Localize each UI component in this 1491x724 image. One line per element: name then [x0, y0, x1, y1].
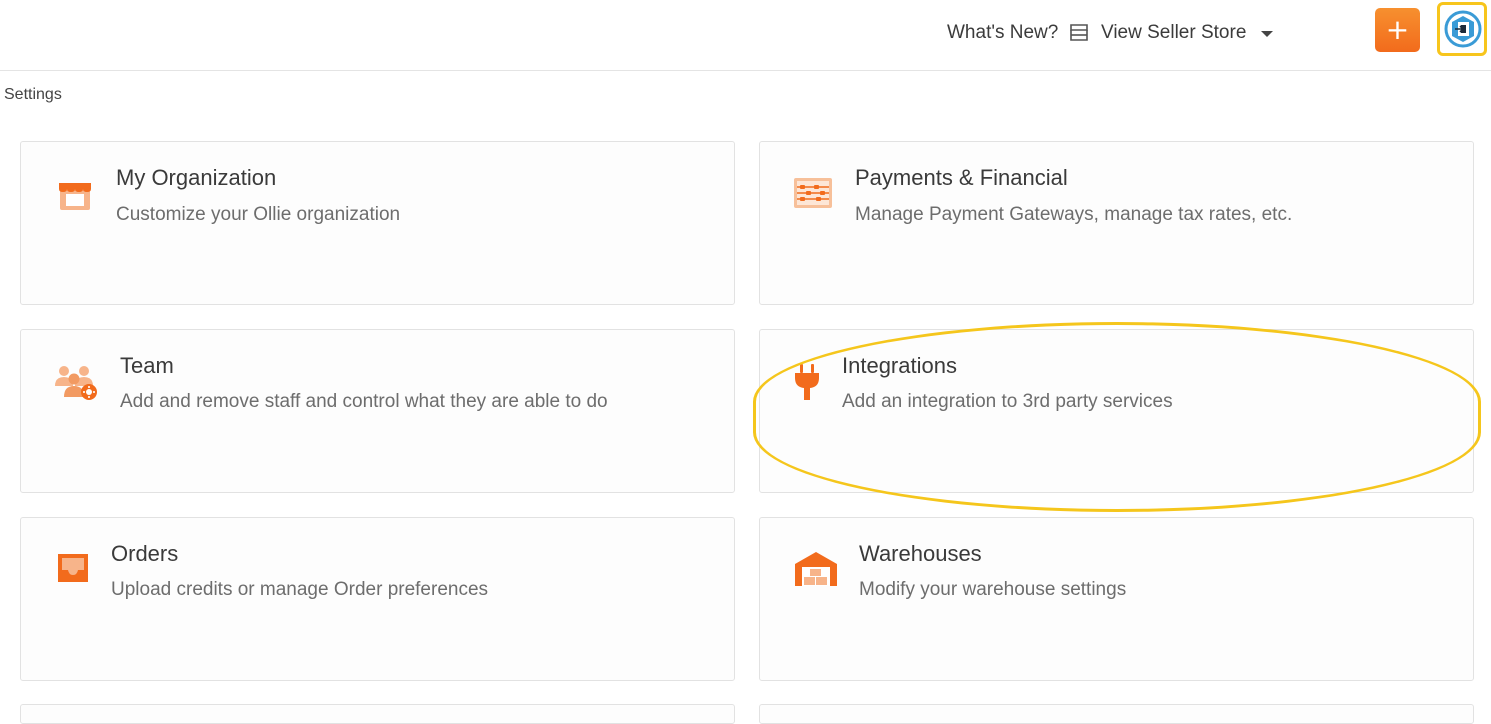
- card-description: Customize your Ollie organization: [116, 204, 401, 225]
- card-title: Warehouses: [859, 541, 982, 566]
- warehouse-icon: [795, 552, 837, 586]
- inbox-tray-icon: [58, 554, 88, 582]
- top-bar: What's New? View Seller Store +: [0, 0, 1491, 71]
- store-icon[interactable]: [1068, 22, 1090, 44]
- settings-card-payments-financial[interactable]: Payments & Financial Manage Payment Gate…: [759, 141, 1474, 305]
- team-settings-icon: [55, 366, 97, 400]
- chevron-down-icon[interactable]: [1260, 29, 1274, 39]
- abacus-icon: [794, 178, 832, 208]
- user-avatar-button[interactable]: [1437, 2, 1487, 56]
- avatar-icon: [1444, 10, 1482, 48]
- card-title: Payments & Financial: [855, 165, 1068, 190]
- settings-card-orders[interactable]: Orders Upload credits or manage Order pr…: [20, 517, 735, 681]
- card-description: Modify your warehouse settings: [859, 579, 1127, 600]
- card-title: Orders: [111, 541, 179, 566]
- view-seller-store-link[interactable]: View Seller Store: [1101, 22, 1246, 44]
- settings-card-my-organization[interactable]: My Organization Customize your Ollie org…: [20, 141, 735, 305]
- breadcrumb: Settings: [4, 86, 62, 103]
- whats-new-link[interactable]: What's New?: [947, 22, 1058, 44]
- settings-card-team[interactable]: Team Add and remove staff and control wh…: [20, 329, 735, 493]
- settings-card-partial[interactable]: [20, 704, 735, 724]
- storefront-icon: [59, 183, 91, 210]
- settings-card-partial[interactable]: [759, 704, 1474, 724]
- card-title: My Organization: [116, 165, 277, 190]
- card-title: Integrations: [842, 353, 957, 378]
- card-description: Add and remove staff and control what th…: [120, 391, 608, 412]
- card-description: Upload credits or manage Order preferenc…: [111, 579, 489, 600]
- plug-icon: [795, 364, 819, 400]
- card-description: Manage Payment Gateways, manage tax rate…: [855, 204, 1293, 225]
- settings-card-integrations[interactable]: Integrations Add an integration to 3rd p…: [759, 329, 1474, 493]
- add-button[interactable]: +: [1375, 8, 1420, 52]
- card-description: Add an integration to 3rd party services: [842, 391, 1173, 412]
- settings-card-warehouses[interactable]: Warehouses Modify your warehouse setting…: [759, 517, 1474, 681]
- card-title: Team: [120, 353, 174, 378]
